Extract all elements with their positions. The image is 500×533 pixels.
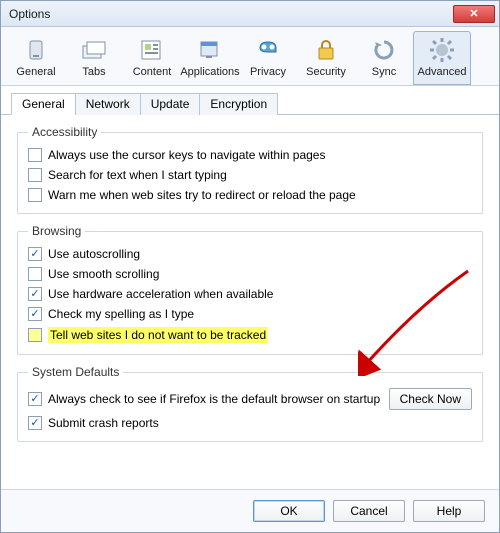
content-icon	[137, 36, 167, 64]
category-label: Applications	[180, 66, 239, 78]
subtab-network[interactable]: Network	[75, 93, 141, 115]
titlebar: Options ✕	[1, 1, 499, 27]
category-applications[interactable]: Applications	[181, 31, 239, 85]
category-tabs[interactable]: Tabs	[65, 31, 123, 85]
category-general[interactable]: General	[7, 31, 65, 85]
subtab-encryption[interactable]: Encryption	[199, 93, 278, 115]
subtab-general[interactable]: General	[11, 93, 76, 115]
category-label: Privacy	[250, 66, 286, 78]
options-dialog: Options ✕ General Tabs Content	[0, 0, 500, 533]
category-label: Advanced	[418, 66, 467, 78]
category-content[interactable]: Content	[123, 31, 181, 85]
checkbox-label: Use smooth scrolling	[48, 267, 159, 281]
checkbox-crash-reports[interactable]	[28, 416, 42, 430]
group-legend: Accessibility	[28, 125, 101, 139]
checkbox-label: Always use the cursor keys to navigate w…	[48, 148, 325, 162]
checkbox-label: Always check to see if Firefox is the de…	[48, 392, 380, 406]
category-label: Content	[133, 66, 172, 78]
category-security[interactable]: Security	[297, 31, 355, 85]
category-sync[interactable]: Sync	[355, 31, 413, 85]
checkbox-label: Warn me when web sites try to redirect o…	[48, 188, 356, 202]
checkbox-label: Check my spelling as I type	[48, 307, 194, 321]
checkbox-label-highlighted: Tell web sites I do not want to be track…	[48, 327, 268, 343]
checkbox-cursor-keys[interactable]	[28, 148, 42, 162]
category-label: Sync	[372, 66, 396, 78]
group-accessibility: Accessibility Always use the cursor keys…	[17, 125, 483, 214]
group-legend: System Defaults	[28, 365, 123, 379]
checkbox-default-browser[interactable]	[28, 392, 42, 406]
checkbox-label: Use hardware acceleration when available	[48, 287, 273, 301]
sync-icon	[369, 36, 399, 64]
check-now-button[interactable]: Check Now	[389, 388, 472, 410]
checkbox-spellcheck[interactable]	[28, 307, 42, 321]
security-icon	[311, 36, 341, 64]
applications-icon	[195, 36, 225, 64]
checkbox-search-typing[interactable]	[28, 168, 42, 182]
group-system-defaults: System Defaults Always check to see if F…	[17, 365, 483, 442]
checkbox-warn-redirect[interactable]	[28, 188, 42, 202]
dialog-footer: OK Cancel Help	[1, 489, 499, 532]
group-browsing: Browsing Use autoscrolling Use smooth sc…	[17, 224, 483, 355]
close-icon: ✕	[469, 7, 478, 20]
checkbox-label: Search for text when I start typing	[48, 168, 227, 182]
checkbox-row: Tell web sites I do not want to be track…	[28, 324, 472, 346]
checkbox-hw-accel[interactable]	[28, 287, 42, 301]
category-privacy[interactable]: Privacy	[239, 31, 297, 85]
ok-button[interactable]: OK	[253, 500, 325, 522]
window-title: Options	[9, 7, 453, 21]
privacy-icon	[253, 36, 283, 64]
checkbox-row: Use autoscrolling	[28, 244, 472, 264]
help-button[interactable]: Help	[413, 500, 485, 522]
category-toolbar: General Tabs Content Applications Privac…	[1, 27, 499, 86]
category-label: Security	[306, 66, 346, 78]
subtab-strip: General Network Update Encryption	[1, 86, 499, 115]
checkbox-row: Always use the cursor keys to navigate w…	[28, 145, 472, 165]
close-button[interactable]: ✕	[453, 5, 495, 23]
checkbox-label: Use autoscrolling	[48, 247, 140, 261]
checkbox-row: Use hardware acceleration when available	[28, 284, 472, 304]
checkbox-row: Submit crash reports	[28, 413, 472, 433]
checkbox-smooth-scrolling[interactable]	[28, 267, 42, 281]
checkbox-row: Search for text when I start typing	[28, 165, 472, 185]
cancel-button[interactable]: Cancel	[333, 500, 405, 522]
checkbox-row: Use smooth scrolling	[28, 264, 472, 284]
checkbox-row: Always check to see if Firefox is the de…	[28, 385, 472, 413]
checkbox-row: Check my spelling as I type	[28, 304, 472, 324]
options-pane: Accessibility Always use the cursor keys…	[1, 115, 499, 489]
tabs-icon	[79, 36, 109, 64]
subtab-update[interactable]: Update	[140, 93, 201, 115]
category-advanced[interactable]: Advanced	[413, 31, 471, 85]
checkbox-do-not-track[interactable]	[28, 328, 42, 342]
category-label: General	[16, 66, 55, 78]
advanced-icon	[427, 36, 457, 64]
group-legend: Browsing	[28, 224, 85, 238]
checkbox-label: Submit crash reports	[48, 416, 159, 430]
category-label: Tabs	[82, 66, 105, 78]
general-icon	[21, 36, 51, 64]
checkbox-autoscrolling[interactable]	[28, 247, 42, 261]
checkbox-row: Warn me when web sites try to redirect o…	[28, 185, 472, 205]
